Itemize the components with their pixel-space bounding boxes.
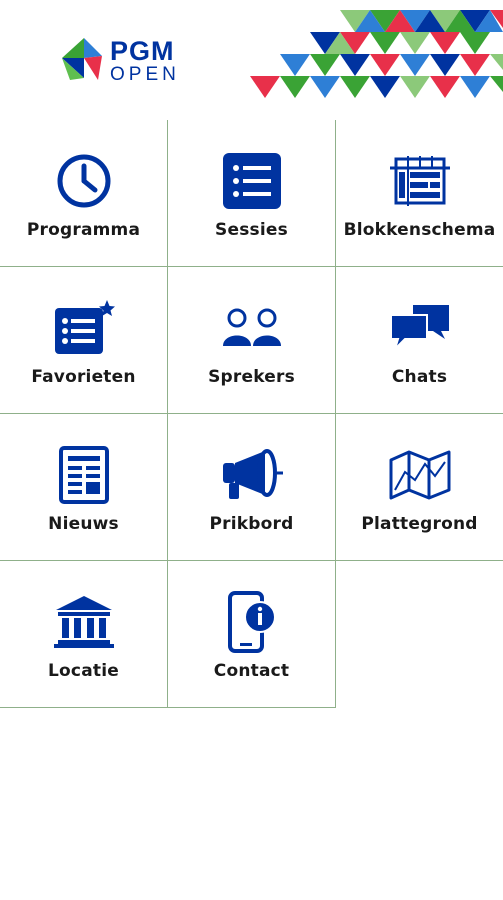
- menu-tile-label: Programma: [26, 220, 141, 240]
- menu-tile-label: Prikbord: [209, 514, 294, 534]
- decorative-triangles-banner: [250, 10, 503, 98]
- menu-tile-label: Blokkenschema: [343, 220, 496, 240]
- phone-info-icon: [227, 591, 276, 653]
- menu-tile-contact[interactable]: Contact: [168, 561, 335, 707]
- menu-tile-sessies[interactable]: Sessies: [168, 120, 335, 266]
- clock-icon: [57, 154, 110, 208]
- menu-tile-label: Locatie: [48, 661, 119, 681]
- pgm-open-logo: PGM OPEN: [62, 36, 202, 88]
- chat-bubbles-icon: [389, 305, 449, 350]
- menu-tile-label: Nieuws: [48, 514, 119, 534]
- menu-tile-label: Sessies: [215, 220, 288, 240]
- grid-divider: [0, 560, 503, 561]
- menu-tile-label: Sprekers: [208, 367, 295, 387]
- menu-tile-locatie[interactable]: Locatie: [0, 561, 167, 707]
- grid-divider: [167, 120, 168, 708]
- menu-tile-nieuws[interactable]: Nieuws: [0, 414, 167, 560]
- map-icon: [389, 450, 450, 500]
- menu-tile-label: Contact: [213, 661, 290, 681]
- menu-tile-programma[interactable]: Programma: [0, 120, 167, 266]
- menu-tile-plattegrond[interactable]: Plattegrond: [336, 414, 503, 560]
- logo-text-open: OPEN: [110, 64, 180, 85]
- logo-mark-icon: [62, 38, 102, 80]
- schedule-grid-icon: [389, 156, 450, 206]
- menu-tile-chats[interactable]: Chats: [336, 267, 503, 413]
- menu-tile-prikbord[interactable]: Prikbord: [168, 414, 335, 560]
- logo-text-pgm: PGM: [110, 36, 175, 66]
- favorite-list-icon: [54, 300, 115, 354]
- list-icon: [222, 153, 281, 209]
- menu-tile-label: Plattegrond: [361, 514, 478, 534]
- menu-tile-favorieten[interactable]: Favorieten: [0, 267, 167, 413]
- menu-tile-label: Chats: [391, 367, 448, 387]
- newspaper-icon: [58, 446, 109, 504]
- speakers-icon: [222, 308, 281, 346]
- menu-tile-blokkenschema[interactable]: Blokkenschema: [336, 120, 503, 266]
- building-icon: [53, 596, 114, 648]
- app-header: PGM OPEN: [0, 0, 503, 120]
- menu-tile-label: Favorieten: [31, 367, 136, 387]
- grid-divider: [0, 266, 503, 267]
- menu-tile-sprekers[interactable]: Sprekers: [168, 267, 335, 413]
- grid-divider: [0, 707, 336, 708]
- grid-divider: [335, 120, 336, 708]
- grid-divider: [0, 413, 503, 414]
- megaphone-icon: [222, 449, 283, 499]
